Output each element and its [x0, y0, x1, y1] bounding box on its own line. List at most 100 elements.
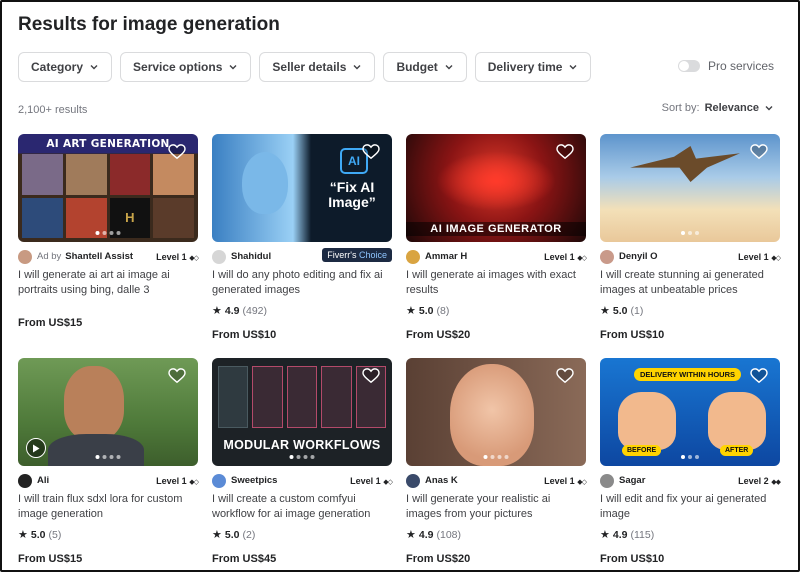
- gig-thumbnail[interactable]: [18, 358, 198, 466]
- seller-name[interactable]: Ammar H: [425, 251, 467, 262]
- badge-text: Fiverr's: [327, 250, 357, 260]
- level-text: Level 1: [544, 475, 575, 486]
- sort-dropdown[interactable]: Sort by: Relevance: [662, 102, 774, 114]
- filter-seller-details-button[interactable]: Seller details: [259, 52, 376, 82]
- seller-name[interactable]: Ali: [37, 475, 49, 486]
- level-text: Level 1: [156, 251, 187, 262]
- rating-row: [18, 304, 198, 317]
- title-prefix: Results for: [18, 14, 123, 35]
- gig-card[interactable]: Anas K Level 1 ◆◇ I will generate your r…: [406, 358, 587, 565]
- level-diamonds: ◆◇: [577, 478, 587, 486]
- heart-icon[interactable]: [362, 144, 380, 160]
- gig-price: From US$10: [212, 329, 277, 341]
- ad-label: Ad by: [37, 251, 62, 262]
- seller-name[interactable]: Sweetpics: [231, 475, 277, 486]
- gig-card[interactable]: MODULAR WORKFLOWS Sweetpics Level 1 ◆◇ I…: [212, 358, 393, 565]
- rating-value: 4.9: [224, 304, 240, 317]
- seller-name[interactable]: Shahidul: [231, 251, 271, 262]
- gig-thumbnail[interactable]: [600, 134, 780, 242]
- gig-title[interactable]: I will generate your realistic ai images…: [406, 492, 586, 522]
- level-text: Level 1: [738, 251, 769, 262]
- seller-name[interactable]: Sagar: [619, 475, 645, 486]
- rating-row: ★ 4.9 (108): [406, 528, 586, 542]
- seller-row: Sagar Level 2 ◆◆: [600, 473, 781, 488]
- filter-label: Budget: [396, 60, 438, 74]
- gig-price: From US$20: [406, 329, 471, 341]
- gig-title[interactable]: I will create a custom comfyui workflow …: [212, 492, 392, 522]
- filter-bar: Category Service options Seller details …: [18, 52, 592, 82]
- filter-label: Delivery time: [487, 60, 563, 74]
- heart-icon[interactable]: [750, 144, 768, 160]
- avatar[interactable]: [406, 473, 420, 488]
- gig-title[interactable]: I will edit and fix your ai generated im…: [600, 492, 780, 522]
- level-diamonds: ◆◇: [383, 478, 393, 486]
- review-count: (1): [630, 304, 644, 317]
- avatar[interactable]: [406, 249, 420, 264]
- gig-title[interactable]: I will generate ai images with exact res…: [406, 268, 586, 298]
- results-count: 2,100+ results: [18, 104, 88, 116]
- gig-card[interactable]: AI ART GENERATION H Ad by Shantell Assis…: [18, 134, 199, 329]
- sort-label: Sort by:: [661, 102, 700, 114]
- gig-thumbnail[interactable]: DELIVERY WITHIN HOURS BEFORE AFTER: [600, 358, 780, 466]
- rating-row: ★ 5.0 (8): [406, 304, 586, 318]
- filter-category-button[interactable]: Category: [18, 52, 113, 82]
- gig-thumbnail[interactable]: MODULAR WORKFLOWS: [212, 358, 392, 466]
- rating-value: 5.0: [30, 528, 46, 541]
- gig-card[interactable]: Denyil O Level 1 ◆◇ I will create stunni…: [600, 134, 781, 341]
- chevron-down-icon: [353, 65, 361, 70]
- gig-title[interactable]: I will generate ai art ai image ai portr…: [18, 268, 198, 298]
- gig-title[interactable]: I will train flux sdxl lora for custom i…: [18, 492, 198, 522]
- seller-name[interactable]: Anas K: [425, 475, 458, 486]
- thumbnail-portrait: [450, 364, 534, 466]
- gig-thumbnail[interactable]: AI “Fix AI Image”: [212, 134, 392, 242]
- thumbnail-hand-right: [708, 392, 766, 450]
- thumbnail-headline: “Fix AI Image”: [328, 179, 376, 210]
- heart-icon[interactable]: [750, 368, 768, 384]
- pro-services-toggle-group: Pro services: [677, 59, 774, 73]
- filter-service-options-button[interactable]: Service options: [120, 52, 252, 82]
- filter-delivery-time-button[interactable]: Delivery time: [474, 52, 592, 82]
- pro-services-toggle[interactable]: [677, 60, 700, 72]
- gig-card[interactable]: AI IMAGE GENERATOR Ammar H Level 1 ◆◇ I …: [406, 134, 587, 341]
- gig-card[interactable]: Ali Level 1 ◆◇ I will train flux sdxl lo…: [18, 358, 199, 565]
- avatar[interactable]: [212, 249, 226, 264]
- avatar[interactable]: [212, 473, 226, 488]
- rating-value: 4.9: [612, 528, 628, 541]
- gig-title[interactable]: I will do any photo editing and fix ai g…: [212, 268, 392, 298]
- seller-name[interactable]: Shantell Assist: [65, 251, 133, 262]
- heart-icon[interactable]: [168, 144, 186, 160]
- avatar[interactable]: [600, 473, 614, 488]
- play-button[interactable]: [26, 438, 46, 458]
- avatar[interactable]: [18, 249, 32, 264]
- chevron-down-icon: [90, 65, 98, 70]
- heart-icon[interactable]: [168, 368, 186, 384]
- gig-card[interactable]: DELIVERY WITHIN HOURS BEFORE AFTER Sagar…: [600, 358, 781, 565]
- chevron-down-icon: [569, 65, 577, 70]
- search-query: image generation: [122, 14, 280, 35]
- seller-name[interactable]: Denyil O: [619, 251, 658, 262]
- gig-title[interactable]: I will create stunning ai generated imag…: [600, 268, 780, 298]
- gig-thumbnail[interactable]: [406, 358, 586, 466]
- gig-thumbnail[interactable]: AI ART GENERATION H: [18, 134, 198, 242]
- heart-icon[interactable]: [362, 368, 380, 384]
- avatar[interactable]: [600, 249, 614, 264]
- carousel-dots: [95, 455, 121, 459]
- seller-level: Level 1 ◆◇: [738, 251, 781, 262]
- heart-icon[interactable]: [556, 368, 574, 384]
- rating-row: ★ 5.0 (2): [212, 528, 392, 542]
- thumbnail-hand-left: [618, 392, 676, 450]
- seller-level: Level 2 ◆◆: [738, 476, 781, 486]
- thumbnail-shirt: [48, 434, 144, 466]
- filter-label: Seller details: [272, 60, 347, 74]
- gig-thumbnail[interactable]: AI IMAGE GENERATOR: [406, 134, 586, 242]
- filter-label: Service options: [133, 60, 223, 74]
- chevron-down-icon: [765, 106, 773, 111]
- heart-icon[interactable]: [556, 144, 574, 160]
- level-text: Level 1: [350, 475, 381, 486]
- rating-value: 5.0: [224, 528, 240, 541]
- avatar[interactable]: [18, 473, 32, 488]
- filter-budget-button[interactable]: Budget: [383, 52, 467, 82]
- gig-card[interactable]: AI “Fix AI Image” Shahidul Fiverr's Choi…: [212, 134, 392, 341]
- level-diamonds: ◆◆: [771, 478, 781, 486]
- rating-row: ★ 5.0 (1): [600, 304, 780, 318]
